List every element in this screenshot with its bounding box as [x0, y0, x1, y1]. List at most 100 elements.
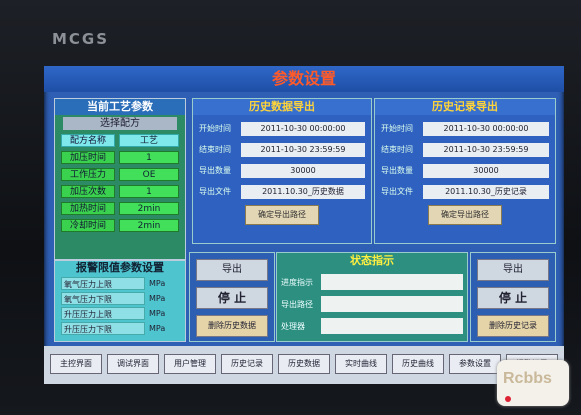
- export-row: 结束时间 2011-10-30 23:59:59: [381, 142, 549, 157]
- param-label: 加压次数: [61, 185, 115, 198]
- alarm-label[interactable]: 升压压力下限: [61, 322, 145, 335]
- export-file-field[interactable]: 2011.10.30_历史数据: [241, 184, 365, 199]
- export-label: 导出数量: [381, 166, 413, 175]
- history-data-export-panel: 历史数据导出 开始时间 2011-10-30 00:00:00 结束时间 201…: [192, 98, 372, 244]
- stop-record-button[interactable]: 停 止: [477, 287, 549, 309]
- hmi-screen: 参数设置 当前工艺参数 选择配方 配方名称 工艺 加压时间 1 工作压力 OE …: [44, 66, 564, 384]
- alarm-unit: MPa: [149, 324, 166, 333]
- param-row: 工作压力 OE: [61, 168, 179, 181]
- confirm-record-path-button[interactable]: 确定导出路径: [428, 205, 502, 225]
- export-record-button[interactable]: 导出: [477, 259, 549, 281]
- param-label: 加热时间: [61, 202, 115, 215]
- param-row: 冷却时间 2min: [61, 219, 179, 232]
- alarm-row: 氧气压力上限 MPa: [61, 277, 179, 290]
- process-params-header: 当前工艺参数: [55, 99, 185, 115]
- export-path-display: [321, 296, 463, 312]
- alarm-row: 升压压力下限 MPa: [61, 322, 179, 335]
- export-row: 导出文件 2011.10.30_历史数据: [199, 184, 365, 199]
- export-label: 开始时间: [381, 124, 413, 133]
- delete-history-data-button[interactable]: 删除历史数据: [196, 315, 268, 337]
- alarm-unit: MPa: [149, 294, 166, 303]
- delete-history-record-button[interactable]: 删除历史记录: [477, 315, 549, 337]
- param-value[interactable]: 2min: [119, 219, 179, 232]
- param-value[interactable]: 工艺: [119, 134, 179, 147]
- power-led-icon: [505, 396, 511, 402]
- status-row: 导出路径: [281, 295, 463, 313]
- status-header: 状态指示: [350, 254, 394, 267]
- export-row: 开始时间 2011-10-30 00:00:00: [199, 121, 365, 136]
- select-recipe-button[interactable]: 选择配方: [63, 117, 177, 130]
- alarm-label[interactable]: 升压压力上限: [61, 307, 145, 320]
- export-label: 导出数量: [199, 166, 231, 175]
- export-row: 结束时间 2011-10-30 23:59:59: [199, 142, 365, 157]
- alarm-unit: MPa: [149, 279, 166, 288]
- param-row: 配方名称 工艺: [61, 134, 179, 147]
- param-row: 加压时间 1: [61, 151, 179, 164]
- nav-parameter-settings[interactable]: 参数设置: [449, 354, 501, 374]
- alarm-limits-header: 报警限值参数设置: [76, 261, 164, 274]
- nav-debug[interactable]: 调试界面: [107, 354, 159, 374]
- nav-row: 主控界面 调试界面 用户管理 历史记录 历史数据 实时曲线 历史曲线 参数设置 …: [44, 346, 564, 382]
- status-label: 进度指示: [281, 277, 313, 287]
- export-label: 结束时间: [199, 145, 231, 154]
- history-record-export-header: 历史记录导出: [375, 99, 555, 115]
- alarm-row: 升压压力上限 MPa: [61, 307, 179, 320]
- param-value[interactable]: 1: [119, 185, 179, 198]
- start-time-field[interactable]: 2011-10-30 00:00:00: [241, 121, 365, 136]
- status-row: 处理器: [281, 317, 463, 335]
- export-label: 结束时间: [381, 145, 413, 154]
- nav-history-curve[interactable]: 历史曲线: [392, 354, 444, 374]
- nav-user-management[interactable]: 用户管理: [164, 354, 216, 374]
- export-label: 导出文件: [381, 187, 413, 196]
- end-time-field[interactable]: 2011-10-30 23:59:59: [423, 142, 549, 157]
- export-label: 开始时间: [199, 124, 231, 133]
- history-data-export-header: 历史数据导出: [193, 99, 371, 115]
- export-count-field[interactable]: 30000: [241, 163, 365, 178]
- export-file-field[interactable]: 2011.10.30_历史记录: [423, 184, 549, 199]
- export-row: 导出文件 2011.10.30_历史记录: [381, 184, 549, 199]
- export-row: 导出数量 30000: [381, 163, 549, 178]
- confirm-export-path-button[interactable]: 确定导出路径: [245, 205, 319, 225]
- nav-history-record[interactable]: 历史记录: [221, 354, 273, 374]
- export-data-button[interactable]: 导出: [196, 259, 268, 281]
- history-record-export-panel: 历史记录导出 开始时间 2011-10-30 00:00:00 结束时间 201…: [374, 98, 556, 244]
- process-params-panel: 当前工艺参数 选择配方 配方名称 工艺 加压时间 1 工作压力 OE 加压次数 …: [54, 98, 186, 260]
- alarm-row: 氧气压力下限 MPa: [61, 292, 179, 305]
- status-panel: 状态指示 进度指示 导出路径 处理器: [276, 252, 468, 342]
- status-label: 导出路径: [281, 299, 313, 309]
- processor-display: [321, 318, 463, 334]
- watermark-text: Rcbbs: [503, 370, 552, 387]
- param-label: 冷却时间: [61, 219, 115, 232]
- monitor-bezel: MCGS 参数设置 当前工艺参数 选择配方 配方名称 工艺 加压时间 1 工作压…: [0, 0, 581, 415]
- export-label: 导出文件: [199, 187, 231, 196]
- export-row: 开始时间 2011-10-30 00:00:00: [381, 121, 549, 136]
- param-label: 工作压力: [61, 168, 115, 181]
- stop-data-button[interactable]: 停 止: [196, 287, 268, 309]
- status-label: 处理器: [281, 321, 305, 331]
- bottom-navigation: 主控界面 调试界面 用户管理 历史记录 历史数据 实时曲线 历史曲线 参数设置 …: [44, 346, 564, 384]
- start-time-field[interactable]: 2011-10-30 00:00:00: [423, 121, 549, 136]
- page-title: 参数设置: [44, 66, 564, 92]
- nav-realtime-curve[interactable]: 实时曲线: [335, 354, 387, 374]
- alarm-label[interactable]: 氧气压力下限: [61, 292, 145, 305]
- nav-main-control[interactable]: 主控界面: [50, 354, 102, 374]
- nav-history-data[interactable]: 历史数据: [278, 354, 330, 374]
- param-value[interactable]: 2min: [119, 202, 179, 215]
- param-label: 配方名称: [61, 134, 115, 147]
- param-row: 加压次数 1: [61, 185, 179, 198]
- param-label: 加压时间: [61, 151, 115, 164]
- param-row: 加热时间 2min: [61, 202, 179, 215]
- export-row: 导出数量 30000: [199, 163, 365, 178]
- device-brand: MCGS: [52, 30, 110, 48]
- export-count-field[interactable]: 30000: [423, 163, 549, 178]
- param-value[interactable]: OE: [119, 168, 179, 181]
- end-time-field[interactable]: 2011-10-30 23:59:59: [241, 142, 365, 157]
- record-export-controls: 导出 停 止 删除历史记录: [470, 252, 556, 342]
- alarm-label[interactable]: 氧气压力上限: [61, 277, 145, 290]
- alarm-unit: MPa: [149, 309, 166, 318]
- param-value[interactable]: 1: [119, 151, 179, 164]
- alarm-limits-panel: 报警限值参数设置 氧气压力上限 MPa 氧气压力下限 MPa 升压压力上限 MP…: [54, 260, 186, 342]
- progress-display: [321, 274, 463, 290]
- data-export-controls: 导出 停 止 删除历史数据: [189, 252, 275, 342]
- status-row: 进度指示: [281, 273, 463, 291]
